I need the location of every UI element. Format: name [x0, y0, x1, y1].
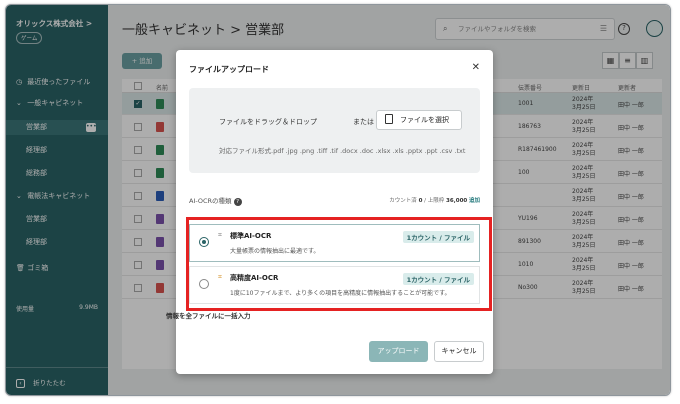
upload-modal: ファイルアップロード ✕ ファイルをドラッグ＆ドロップ または ファイルを選択 … — [176, 50, 493, 374]
supported-formats: 対応ファイル形式.pdf .jpg .png .tiff .tif .docx … — [219, 147, 466, 155]
drop-text: ファイルをドラッグ＆ドロップ — [219, 118, 317, 126]
close-icon[interactable]: ✕ — [472, 62, 480, 73]
count-status: カウント済 0 / 上限枠 36,000 追加 — [389, 198, 480, 204]
file-icon — [385, 114, 393, 124]
add-count-link[interactable]: 追加 — [469, 198, 480, 204]
upload-button[interactable]: アップロード — [369, 341, 428, 362]
ocr-type-label: AI-OCRの種類? — [189, 195, 242, 206]
help-icon[interactable]: ? — [233, 198, 242, 206]
batch-input-label: 情報を全ファイルに一括入力 — [166, 312, 251, 320]
app-window: オリックス株式会社 > ゲーム ◷ 最近使ったファイル ⌄ 一般キャビネット 営… — [5, 4, 671, 396]
choose-file-button[interactable]: ファイルを選択 — [376, 110, 462, 130]
highlight-box — [186, 217, 492, 311]
cancel-button[interactable]: キャンセル — [434, 341, 484, 362]
modal-title: ファイルアップロード — [189, 65, 269, 74]
drop-zone[interactable]: ファイルをドラッグ＆ドロップ または ファイルを選択 対応ファイル形式.pdf … — [189, 88, 480, 173]
drop-or: または — [353, 118, 374, 126]
